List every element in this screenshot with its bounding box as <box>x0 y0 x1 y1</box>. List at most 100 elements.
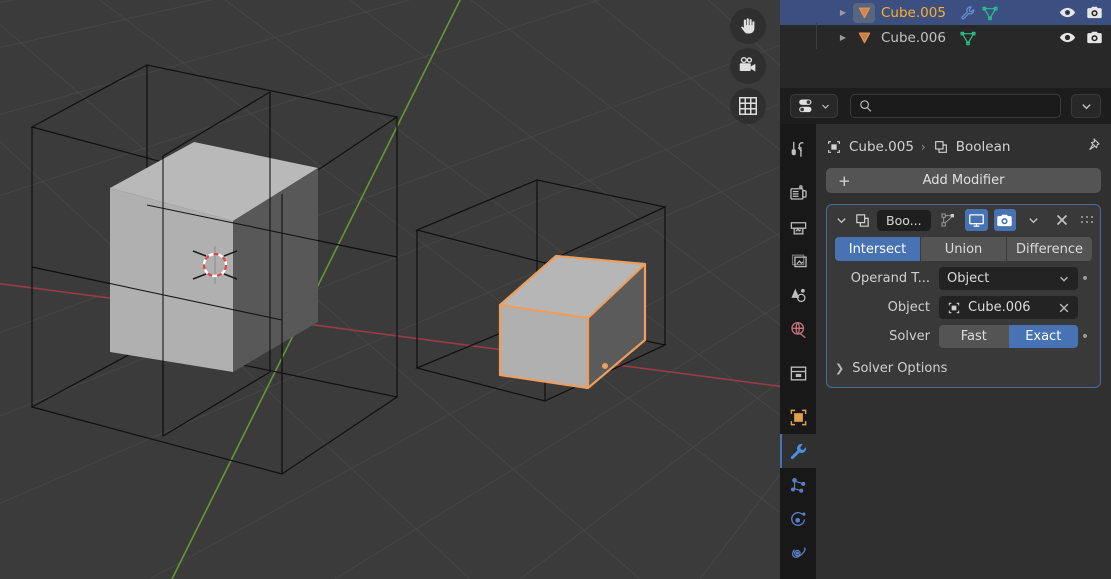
animate-dot-icon[interactable]: • <box>1078 272 1092 286</box>
mesh-object-icon <box>851 2 877 23</box>
hand-icon[interactable] <box>730 8 766 44</box>
object-data-icon <box>828 141 840 153</box>
animate-dot-icon[interactable]: • <box>1078 330 1092 344</box>
outliner-data-icons <box>960 30 976 46</box>
object-row: Object Cube.006 <box>835 296 1092 319</box>
chevron-down-icon[interactable] <box>835 214 848 227</box>
tab-physics[interactable] <box>780 502 816 536</box>
cube-006-selected-solid <box>500 256 645 388</box>
mesh-object-icon <box>851 28 877 48</box>
object-constraints-icon <box>791 546 806 558</box>
outliner-object-name[interactable]: Cube.005 <box>877 5 946 21</box>
add-modifier-button[interactable]: + Add Modifier <box>826 168 1101 193</box>
realtime-display-toggle[interactable] <box>965 209 988 231</box>
viewport-objects <box>30 64 667 475</box>
tab-view-layer[interactable] <box>780 244 816 278</box>
solver-segmented[interactable]: Fast Exact <box>939 325 1078 348</box>
object-square-corners-icon <box>790 409 806 425</box>
tab-gap <box>780 166 816 176</box>
object-value: Cube.006 <box>968 300 1031 315</box>
operation-option-union[interactable]: Union <box>921 237 1007 261</box>
breadcrumb-object-name[interactable]: Cube.005 <box>849 139 914 155</box>
solver-options-disclosure[interactable]: ❯ Solver Options <box>835 357 1092 379</box>
disable-render-camera-icon <box>1087 31 1102 44</box>
solver-options-label: Solver Options <box>852 360 948 376</box>
disclosure-triangle-icon[interactable]: ▶ <box>835 8 851 17</box>
camera-icon[interactable] <box>730 48 766 84</box>
search-input[interactable] <box>850 94 1061 118</box>
grid-icon[interactable] <box>730 88 766 124</box>
object-picker-field[interactable]: Cube.006 <box>939 296 1078 319</box>
tab-render[interactable] <box>780 176 816 210</box>
physics-orbit-icon <box>790 511 805 526</box>
world-globe-icon <box>790 321 806 338</box>
breadcrumb-modifier-name[interactable]: Boolean <box>956 139 1011 155</box>
tab-gap <box>780 390 816 400</box>
render-camera-back-icon <box>789 184 807 200</box>
operand-type-dropdown[interactable]: Object <box>939 267 1078 290</box>
properties-body: Cube.005 › Boolean + Add Modifier Boo...… <box>816 124 1111 579</box>
tab-object[interactable] <box>780 400 816 434</box>
3d-viewport[interactable] <box>0 0 780 579</box>
edit-mode-display-toggle[interactable] <box>937 209 959 231</box>
solver-label: Solver <box>889 329 930 344</box>
disclosure-triangle-icon[interactable]: ▶ <box>835 33 851 42</box>
outliner-restrict-icons[interactable] <box>1059 29 1103 46</box>
drag-dots-icon[interactable] <box>1081 216 1094 224</box>
outliner-object-name[interactable]: Cube.006 <box>877 30 946 46</box>
modifier-boolean-icon <box>934 141 947 153</box>
output-printer-icon <box>790 221 806 234</box>
collection-box-icon <box>790 365 806 381</box>
right-column: ▶ Cube.005 ▶ Cube.006 Cube.005 › Boolean… <box>780 0 1111 579</box>
boolean-operation-segmented[interactable]: Intersect Union Difference <box>835 237 1092 261</box>
chevron-down-icon[interactable] <box>1071 94 1101 118</box>
operand-type-row: Operand T... Object • <box>835 267 1092 290</box>
solver-option-fast[interactable]: Fast <box>939 325 1009 348</box>
outliner-data-icons <box>960 5 998 21</box>
modifier-extras-chevron-icon[interactable] <box>1022 209 1044 231</box>
search-icon <box>860 100 872 112</box>
disable-render-camera-icon <box>1087 6 1102 19</box>
pin-icon[interactable] <box>1084 137 1101 158</box>
outliner-row-cube-005[interactable]: ▶ Cube.005 <box>780 0 1111 25</box>
operand-type-value: Object <box>947 271 990 286</box>
modifier-boolean-icon <box>854 212 871 229</box>
tab-output[interactable] <box>780 210 816 244</box>
operation-option-intersect[interactable]: Intersect <box>835 237 921 261</box>
tab-tool[interactable] <box>780 132 816 166</box>
operation-option-difference[interactable]: Difference <box>1007 237 1092 261</box>
outliner[interactable]: ▶ Cube.005 ▶ Cube.006 <box>780 0 1111 88</box>
mesh-data-icon <box>982 6 998 20</box>
solver-option-exact[interactable]: Exact <box>1008 325 1078 348</box>
object-origin-dot <box>602 363 608 369</box>
tab-particles[interactable] <box>780 468 816 502</box>
operand-type-label: Operand T... <box>850 271 930 286</box>
solver-row: Solver Fast Exact • <box>835 325 1092 348</box>
properties-editor: Cube.005 › Boolean + Add Modifier Boo...… <box>780 88 1111 579</box>
scene-cone-sphere-icon <box>790 288 806 302</box>
modifier-wrench-icon <box>961 5 975 19</box>
modifier-header: Boo... <box>827 205 1100 235</box>
render-display-toggle[interactable] <box>993 209 1017 231</box>
tab-modifiers[interactable] <box>780 434 816 468</box>
cube-005-result-solid <box>110 142 318 372</box>
view-layer-images-icon <box>791 254 807 267</box>
modifier-name-input[interactable]: Boo... <box>877 209 931 231</box>
outliner-row-cube-006[interactable]: ▶ Cube.006 <box>780 25 1111 50</box>
tab-collection[interactable] <box>780 356 816 390</box>
hide-viewport-eye-icon <box>1059 7 1076 18</box>
modifier-close-button[interactable] <box>1051 209 1073 231</box>
plus-icon: + <box>838 171 851 190</box>
blender-window: ▶ Cube.005 ▶ Cube.006 Cube.005 › Boolean… <box>0 0 1111 579</box>
hide-viewport-eye-icon <box>1059 32 1076 43</box>
add-modifier-label: Add Modifier <box>922 173 1005 188</box>
tab-scene[interactable] <box>780 278 816 312</box>
filter-toggle-button[interactable] <box>790 94 838 118</box>
particles-icon <box>790 477 805 493</box>
chevron-down-icon <box>1060 276 1068 282</box>
wrench-icon <box>790 443 806 459</box>
tab-constraints[interactable] <box>780 536 816 570</box>
properties-tab-strip[interactable] <box>780 124 816 579</box>
outliner-restrict-icons[interactable] <box>1059 4 1103 21</box>
tab-world[interactable] <box>780 312 816 346</box>
